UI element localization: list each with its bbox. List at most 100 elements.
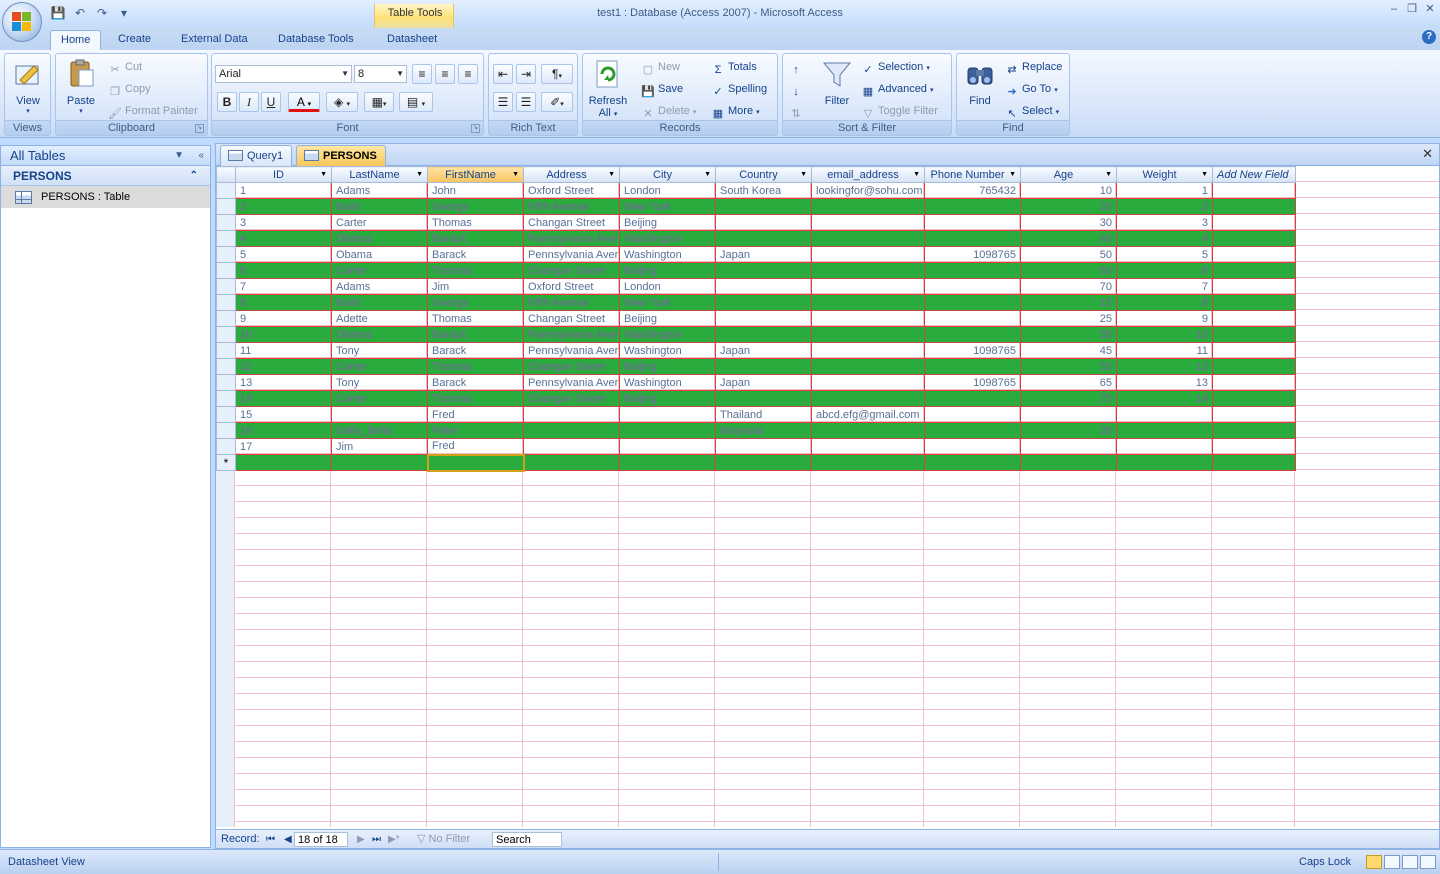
table-cell[interactable]	[1212, 422, 1296, 439]
table-cell[interactable]: Changan Street	[523, 358, 620, 375]
paste-button[interactable]: Paste ▾	[61, 58, 101, 118]
minimize-icon[interactable]: –	[1388, 3, 1400, 15]
table-cell[interactable]	[1212, 374, 1296, 391]
table-cell[interactable]	[1116, 406, 1213, 423]
table-cell[interactable]: Barack	[427, 246, 524, 263]
table-cell[interactable]: 14	[235, 390, 332, 407]
table-cell[interactable]: 50	[1020, 246, 1117, 263]
table-cell[interactable]	[523, 406, 620, 423]
table-cell[interactable]: 9	[1116, 310, 1213, 327]
table-cell[interactable]	[715, 262, 812, 279]
nav-menu-icon[interactable]: ▼	[174, 146, 184, 166]
table-cell[interactable]: Washington	[619, 326, 716, 343]
collapse-group-icon[interactable]: ⌃	[190, 166, 198, 186]
table-cell[interactable]: 8	[235, 294, 332, 311]
table-cell[interactable]: George	[427, 294, 524, 311]
table-cell[interactable]: Oxford Street	[523, 182, 620, 199]
table-cell[interactable]: New York	[619, 294, 716, 311]
sort-descending-button[interactable]: ↓	[789, 80, 806, 98]
table-cell[interactable]	[715, 214, 812, 231]
table-cell[interactable]	[715, 454, 812, 471]
refresh-all-button[interactable]: Refresh All ▾	[587, 58, 629, 119]
table-cell[interactable]	[715, 310, 812, 327]
table-cell[interactable]	[1212, 358, 1296, 375]
table-cell[interactable]: Obama	[331, 326, 428, 343]
table-cell[interactable]	[924, 326, 1021, 343]
table-cell[interactable]: 30	[1020, 214, 1117, 231]
table-cell[interactable]	[1212, 438, 1296, 455]
table-cell[interactable]	[1020, 438, 1117, 455]
new-record-nav-icon[interactable]: ▶*	[388, 832, 400, 847]
table-cell[interactable]	[811, 422, 925, 439]
table-cell[interactable]: Maylasia	[715, 422, 812, 439]
record-selector[interactable]	[216, 422, 236, 439]
record-selector[interactable]	[216, 310, 236, 327]
table-cell[interactable]: Washington	[619, 374, 716, 391]
table-cell[interactable]	[1116, 454, 1213, 471]
table-cell[interactable]: Oxford Street	[523, 278, 620, 295]
sort-ascending-button[interactable]: ↑	[789, 58, 806, 76]
table-cell[interactable]: Adette	[331, 310, 428, 327]
table-cell[interactable]: 35	[1020, 326, 1117, 343]
column-header[interactable]: LastName ▼	[331, 166, 428, 183]
design-view-icon[interactable]	[1420, 855, 1436, 869]
table-cell[interactable]: Adams	[331, 278, 428, 295]
cut-button[interactable]: ✂ Cut	[108, 58, 142, 76]
table-cell[interactable]: Barack	[427, 326, 524, 343]
view-button[interactable]: View ▾	[8, 58, 48, 118]
select-button[interactable]: ↖ Select ▾	[1005, 102, 1059, 120]
column-header[interactable]: Phone Number ▼	[924, 166, 1021, 183]
previous-record-icon[interactable]: ◀	[284, 832, 292, 847]
table-cell[interactable]	[811, 358, 925, 375]
table-cell[interactable]	[523, 422, 620, 439]
table-cell[interactable]: London	[619, 182, 716, 199]
font-size-combo[interactable]: 8 ▼	[354, 65, 407, 83]
table-cell[interactable]: 1	[235, 182, 332, 199]
table-cell[interactable]: 15	[235, 406, 332, 423]
table-cell[interactable]	[715, 294, 812, 311]
table-cell[interactable]	[715, 278, 812, 295]
table-cell[interactable]: Changan Street	[523, 262, 620, 279]
table-cell[interactable]: 3	[1116, 214, 1213, 231]
table-cell[interactable]: Thomas	[427, 262, 524, 279]
table-cell[interactable]: Washington	[619, 342, 716, 359]
table-cell[interactable]: Japan	[715, 246, 812, 263]
table-cell[interactable]: Barack	[427, 230, 524, 247]
table-cell[interactable]: 5	[235, 246, 332, 263]
table-cell[interactable]	[924, 230, 1021, 247]
record-selector[interactable]	[216, 198, 236, 215]
table-cell[interactable]: Fred	[427, 438, 524, 455]
table-cell[interactable]	[811, 454, 925, 471]
table-cell[interactable]	[924, 358, 1021, 375]
datasheet-view-icon[interactable]	[1366, 855, 1382, 869]
active-cell[interactable]	[426, 453, 525, 472]
table-cell[interactable]	[715, 390, 812, 407]
table-cell[interactable]: 2	[235, 198, 332, 215]
table-cell[interactable]	[924, 198, 1021, 215]
table-cell[interactable]	[811, 310, 925, 327]
table-cell[interactable]: Fifth Avenue	[523, 294, 620, 311]
table-cell[interactable]: 8	[1116, 294, 1213, 311]
record-selector[interactable]	[216, 438, 236, 455]
table-cell[interactable]: 10	[1116, 326, 1213, 343]
table-cell[interactable]: Carter	[331, 358, 428, 375]
table-cell[interactable]: 7	[1116, 278, 1213, 295]
table-cell[interactable]: Jim	[427, 278, 524, 295]
table-cell[interactable]	[811, 278, 925, 295]
table-cell[interactable]: Tony	[331, 374, 428, 391]
table-cell[interactable]: Changan Street	[523, 310, 620, 327]
nav-pane-header[interactable]: All Tables ▼ «	[1, 146, 210, 166]
column-header[interactable]: City ▼	[619, 166, 716, 183]
format-painter-button[interactable]: 🖌 Format Painter	[108, 102, 198, 120]
record-selector[interactable]	[216, 390, 236, 407]
font-color-button[interactable]: A ▾	[288, 92, 320, 112]
tab-datasheet[interactable]: Datasheet	[377, 30, 447, 50]
table-cell[interactable]: 1098765	[924, 342, 1021, 359]
table-cell[interactable]	[523, 454, 620, 471]
table-cell[interactable]: Della_Bella	[331, 422, 428, 439]
first-record-icon[interactable]: ⏮	[266, 832, 275, 847]
column-header[interactable]: ID ▼	[235, 166, 332, 183]
align-left-button[interactable]: ≡	[412, 64, 432, 84]
table-cell[interactable]	[811, 230, 925, 247]
numbering-button[interactable]: ☰	[493, 92, 513, 112]
